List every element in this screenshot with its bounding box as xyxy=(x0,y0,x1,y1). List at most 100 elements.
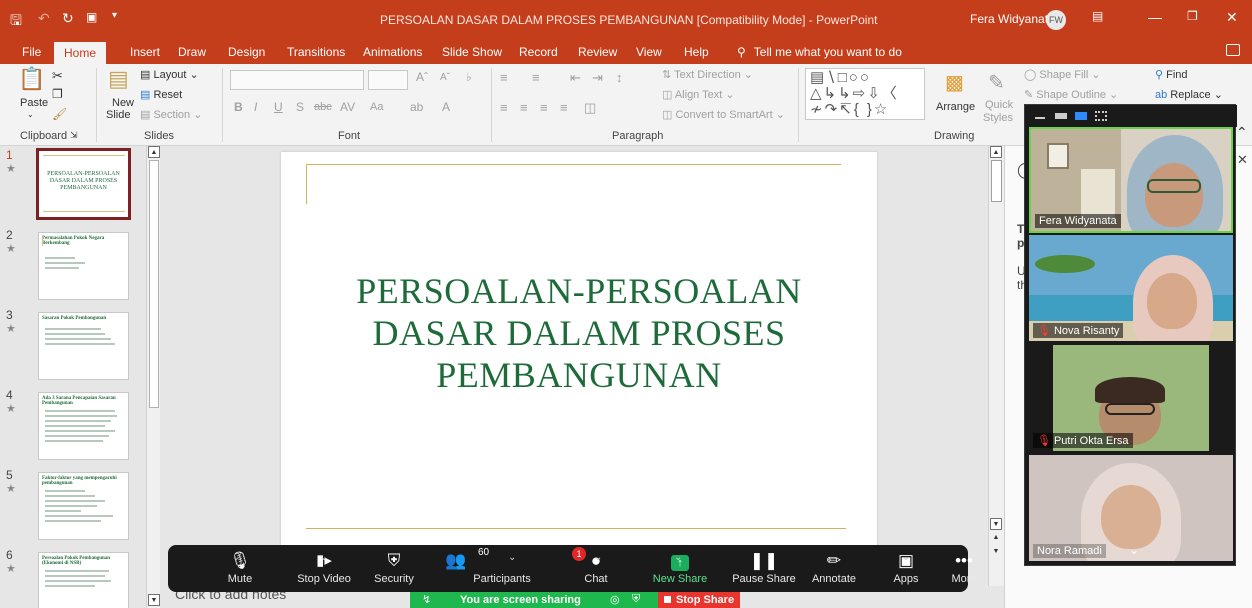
paste-dropdown-icon[interactable]: ⌄ xyxy=(27,110,34,119)
shapes-gallery[interactable]: ▤∖□○○ △↳↳⇨⇩〈 ≁↷↸{ }☆ xyxy=(805,68,925,120)
tab-review[interactable]: Review xyxy=(578,45,617,59)
shadow-icon[interactable]: S xyxy=(296,100,304,114)
gallery-strip-view-icon[interactable] xyxy=(1075,112,1087,120)
tab-record[interactable]: Record xyxy=(519,45,558,59)
slide-thumbnail[interactable]: Faktor-faktor yang mempengaruhi pembangu… xyxy=(38,472,129,540)
security-button[interactable]: ⛨ Security xyxy=(336,545,414,592)
tab-view[interactable]: View xyxy=(636,45,662,59)
slide-thumbnail[interactable]: Sasaran Pokok Pembangunan xyxy=(38,312,129,380)
replace-button[interactable]: ab Replace ⌄ xyxy=(1155,88,1223,101)
clipboard-launcher-icon[interactable]: ⇲ xyxy=(70,130,78,141)
paste-icon[interactable]: 📋 xyxy=(18,66,45,92)
layout-button[interactable]: ▤ Layout ⌄ xyxy=(140,68,199,81)
chevron-up-icon[interactable]: ⌄ xyxy=(902,552,910,563)
char-spacing-icon[interactable]: AV xyxy=(340,100,355,114)
video-tile[interactable]: 🎙 Putri Okta Ersa xyxy=(1029,345,1233,451)
tab-home[interactable]: Home xyxy=(54,42,107,65)
chevron-up-icon[interactable]: ⌄ xyxy=(674,552,682,563)
slide-thumbnail[interactable]: PERSOALAN-PERSOALAN DASAR DALAM PROSES P… xyxy=(36,148,131,220)
tab-help[interactable]: Help xyxy=(684,45,709,59)
mute-button[interactable]: 🎙 ⌄ Mute xyxy=(182,545,252,592)
pane-close-icon[interactable]: ✕ xyxy=(1237,152,1248,168)
convert-smartart-button[interactable]: ◫ Convert to SmartArt ⌄ xyxy=(662,108,785,121)
slide-thumbnail[interactable]: Permasalahan Pokok Negara Berkembang xyxy=(38,232,129,300)
increase-font-icon[interactable]: Aˆ xyxy=(416,70,428,84)
new-share-button[interactable]: ↑ ⌄ New Share xyxy=(616,545,707,592)
chevron-up-icon[interactable]: ⌄ xyxy=(320,552,328,563)
arrange-button[interactable]: Arrange xyxy=(936,101,975,113)
section-button[interactable]: ▤ Section ⌄ xyxy=(140,108,202,121)
italic-icon[interactable]: I xyxy=(254,100,257,114)
scroll-up-icon[interactable]: ▲ xyxy=(148,146,160,158)
font-color-icon[interactable]: A xyxy=(442,100,450,114)
new-slide-button-line2[interactable]: Slide xyxy=(106,109,130,121)
justify-icon[interactable]: ≡ xyxy=(560,100,568,115)
new-slide-icon[interactable]: ▤ xyxy=(108,66,129,92)
customize-qat-icon[interactable]: ▾ xyxy=(112,10,117,21)
chevron-up-icon[interactable]: ⌄ xyxy=(232,552,240,563)
tab-insert[interactable]: Insert xyxy=(130,45,160,59)
format-painter-icon[interactable]: 🖌 xyxy=(52,107,67,121)
quick-styles-button-line2[interactable]: Styles xyxy=(983,112,1013,124)
active-speaker-view-icon[interactable] xyxy=(1055,113,1067,119)
scrollbar-thumb[interactable] xyxy=(149,160,159,408)
collapse-ribbon-icon[interactable]: ⌃ xyxy=(1236,124,1248,141)
align-right-icon[interactable]: ≡ xyxy=(540,100,548,115)
align-text-button[interactable]: ◫ Align Text ⌄ xyxy=(662,88,735,101)
save-icon[interactable]: 🖫 xyxy=(10,10,22,34)
chevron-up-icon[interactable]: ⌄ xyxy=(594,552,602,563)
apps-button[interactable]: ▣ ⌄ Apps xyxy=(850,545,918,592)
scroll-up-icon[interactable]: ▲ xyxy=(990,146,1002,158)
previous-slide-icon[interactable]: ▲ xyxy=(990,532,1002,544)
more-button[interactable]: ••• More xyxy=(914,545,976,592)
clear-formatting-icon[interactable]: ♭ xyxy=(466,70,472,84)
slide-scrollbar[interactable]: ▲ ▼ ▲ ▼ xyxy=(988,146,1004,586)
shape-outline-button[interactable]: ✎ Shape Outline ⌄ xyxy=(1024,88,1118,101)
tell-me-search[interactable]: ⚲ Tell me what you want to do xyxy=(737,45,902,59)
chevron-down-icon[interactable]: ⌄ xyxy=(1129,543,1139,557)
bullets-icon[interactable]: ≡ xyxy=(500,70,508,85)
pause-share-button[interactable]: ❚❚ Pause Share xyxy=(696,545,796,592)
video-tile[interactable]: Nora Ramadi ⌄ xyxy=(1029,455,1233,561)
cut-icon[interactable]: ✂ xyxy=(52,68,63,84)
font-name-combo[interactable] xyxy=(230,70,364,90)
chevron-up-icon[interactable]: ⌄ xyxy=(508,552,516,563)
current-slide[interactable]: PERSOALAN-PERSOALAN DASAR DALAM PROSES P… xyxy=(281,152,877,582)
video-tile[interactable]: Fera Widyanata xyxy=(1029,127,1233,233)
arrange-icon[interactable]: ▩ xyxy=(945,70,964,95)
slide-thumbnail[interactable]: Ada 3 Sarana Pencapaian Sasaran Pembangu… xyxy=(38,392,129,460)
columns-icon[interactable]: ◫ xyxy=(584,100,596,116)
increase-indent-icon[interactable]: ⇥ xyxy=(592,70,603,86)
tab-slide-show[interactable]: Slide Show xyxy=(442,45,502,59)
tab-transitions[interactable]: Transitions xyxy=(287,45,345,59)
align-left-icon[interactable]: ≡ xyxy=(500,100,508,115)
redo-icon[interactable]: ↻ xyxy=(62,10,74,27)
account-avatar[interactable]: FW xyxy=(1046,10,1066,30)
decrease-indent-icon[interactable]: ⇤ xyxy=(570,70,581,86)
align-center-icon[interactable]: ≡ xyxy=(520,100,528,115)
minimize-video-icon[interactable] xyxy=(1035,117,1045,119)
slide-thumbnail[interactable]: Persoalan Pokok Pembangunan (Ekonomi di … xyxy=(38,552,129,608)
quick-styles-button[interactable]: Quick xyxy=(985,99,1013,111)
decrease-font-icon[interactable]: Aˇ xyxy=(440,72,450,83)
participants-button[interactable]: 👥 60 ⌄ Participants xyxy=(426,545,530,592)
tab-draw[interactable]: Draw xyxy=(178,45,206,59)
annotate-button[interactable]: ✏ Annotate xyxy=(776,545,856,592)
close-icon[interactable]: ✕ xyxy=(1226,9,1238,26)
strikethrough-icon[interactable]: abc xyxy=(314,101,332,113)
tab-file[interactable]: File xyxy=(22,45,41,59)
share-pin-icon[interactable]: ↯ xyxy=(422,593,431,606)
next-slide-icon[interactable]: ▼ xyxy=(990,546,1002,558)
thumbnail-scrollbar[interactable]: ▲ ▼ xyxy=(146,146,160,608)
video-tile[interactable]: 🎙 Nova Risanty xyxy=(1029,235,1233,341)
shape-fill-button[interactable]: ◯ Shape Fill ⌄ xyxy=(1024,68,1101,81)
ribbon-display-icon[interactable]: ▤ xyxy=(1092,9,1103,23)
minimize-icon[interactable]: — xyxy=(1148,9,1162,25)
line-spacing-icon[interactable]: ↕ xyxy=(616,70,623,85)
text-direction-button[interactable]: ⇅ Text Direction ⌄ xyxy=(662,68,753,81)
find-button[interactable]: ⚲ Find xyxy=(1155,68,1188,81)
grid-view-icon[interactable] xyxy=(1095,111,1107,121)
bold-icon[interactable]: B xyxy=(234,100,243,114)
quick-styles-icon[interactable]: ✎ xyxy=(988,70,1005,95)
new-slide-button[interactable]: New xyxy=(112,97,134,109)
